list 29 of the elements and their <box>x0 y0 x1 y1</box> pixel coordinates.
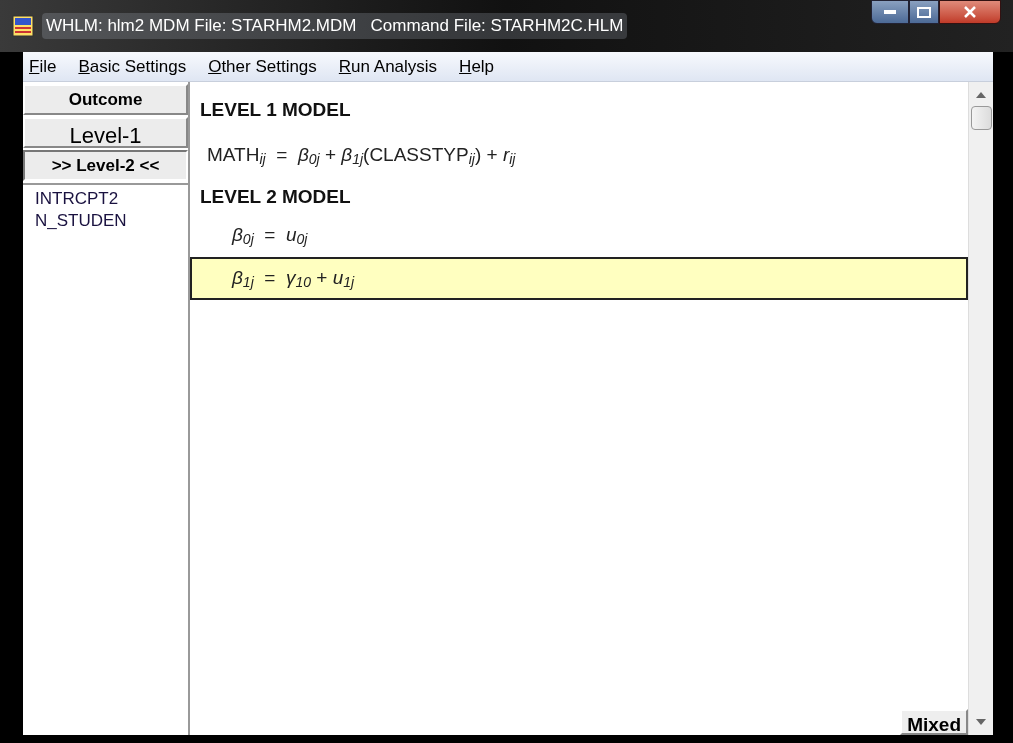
menu-item[interactable]: Other Settings <box>208 53 317 80</box>
menu-item[interactable]: Basic Settings <box>78 53 187 80</box>
section-heading: LEVEL 2 MODEL <box>199 185 352 209</box>
close-button[interactable] <box>939 0 1001 24</box>
equation: β$_{1j}$ = γ$_{10}$ + u$_{1j}$ <box>232 265 355 293</box>
equation-row[interactable]: β$_{1j}$ = γ$_{10}$ + u$_{1j}$ <box>190 256 968 300</box>
section-heading: LEVEL 1 MODEL <box>199 98 352 122</box>
variable-item[interactable]: INTRCPT2 <box>35 188 188 210</box>
window-title: WHLM: hlm2 MDM File: STARHM2.MDM Command File: STARHM2C.HLM <box>42 13 628 39</box>
level-tab[interactable]: Level-1 <box>23 117 188 148</box>
maximize-button[interactable] <box>909 0 939 24</box>
maximize-icon <box>917 6 931 18</box>
minimize-button[interactable] <box>871 0 909 24</box>
scrollbar[interactable] <box>968 82 993 735</box>
equation: β$_{0j}$ = u$_{0j}$ <box>232 222 308 250</box>
scroll-down-icon[interactable] <box>976 719 986 725</box>
variable-item[interactable]: N_STUDEN <box>35 210 188 232</box>
menu-item[interactable]: File <box>29 53 57 80</box>
close-icon <box>964 6 976 18</box>
level-tab[interactable]: Outcome <box>23 84 188 115</box>
menu-item[interactable]: Help <box>459 53 495 80</box>
level-tab[interactable]: >> Level-2 << <box>23 150 188 181</box>
equation: MATH$_{ij}$ = β$_{0j}$ + β$_{1j}$(CLASSTYP$_{ij}$) + r$_{ij}$ <box>206 142 517 169</box>
minimize-icon <box>884 10 896 14</box>
scroll-up-icon[interactable] <box>976 92 986 98</box>
app-icon <box>12 15 34 37</box>
menu-item[interactable]: Run Analysis <box>338 53 438 80</box>
mixed-button[interactable]: Mixed <box>900 709 968 735</box>
scroll-thumb[interactable] <box>970 106 992 130</box>
